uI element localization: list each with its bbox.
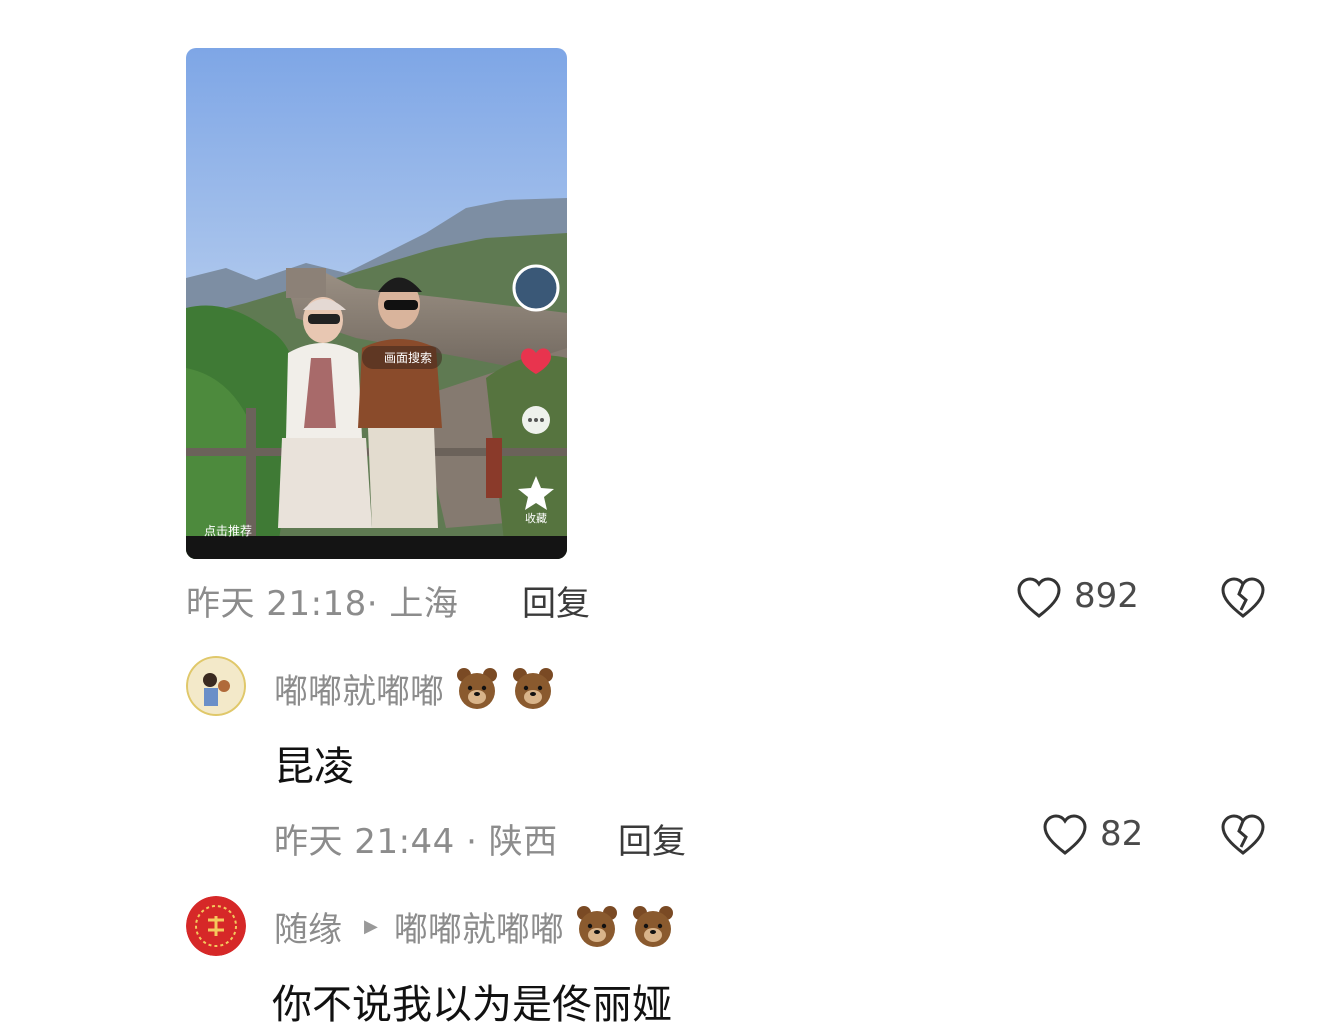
avatar-image: [186, 656, 246, 716]
comment3-username[interactable]: 随缘: [274, 902, 342, 951]
comment3-text: 你不说我以为是佟丽娅: [272, 982, 672, 1028]
video-scene-image: [186, 48, 567, 559]
comment3-avatar[interactable]: [186, 896, 246, 956]
heart-icon: [1017, 577, 1061, 618]
comment3-reply-target[interactable]: 嘟嘟就嘟嘟: [394, 902, 564, 951]
bear-face-icon: [513, 667, 553, 709]
video-search-chip[interactable]: 画面搜索: [362, 346, 443, 369]
comment2-username[interactable]: 嘟嘟就嘟嘟: [274, 664, 444, 713]
broken-heart-icon: [1221, 814, 1265, 855]
heart-icon: [1043, 814, 1087, 855]
comment2-like-count: 82: [1100, 814, 1144, 854]
comment2-like-heart-icon[interactable]: [1040, 810, 1090, 860]
bear-face-icon: [457, 667, 497, 709]
comment2-dislike-button[interactable]: [1218, 810, 1268, 860]
comment1-reply-button[interactable]: 回复: [522, 576, 590, 625]
comment1-like-heart-icon[interactable]: [1014, 573, 1064, 623]
video-collect-label: 收藏: [525, 512, 547, 525]
comment2-meta: 昨天 21:44 · 陕西: [274, 822, 558, 862]
comment2-reply-button[interactable]: 回复: [618, 814, 686, 863]
bear-face-icon: [632, 905, 673, 947]
broken-heart-icon: [1221, 577, 1265, 618]
comment2-text: 昆凌: [274, 744, 354, 790]
reply-arrow-icon: ▶: [364, 916, 378, 937]
comment1-like-count: 892: [1074, 576, 1139, 616]
comment1-meta: 昨天 21:18· 上海: [186, 584, 459, 624]
bear-face-icon: [576, 905, 617, 947]
video-thumbnail[interactable]: 画面搜索 点击推荐 收藏: [186, 48, 567, 559]
video-recommend-chip[interactable]: 点击推荐: [204, 522, 252, 539]
comment2-avatar[interactable]: [186, 656, 246, 716]
avatar-image: [186, 896, 246, 956]
comment1-dislike-button[interactable]: [1218, 573, 1268, 623]
